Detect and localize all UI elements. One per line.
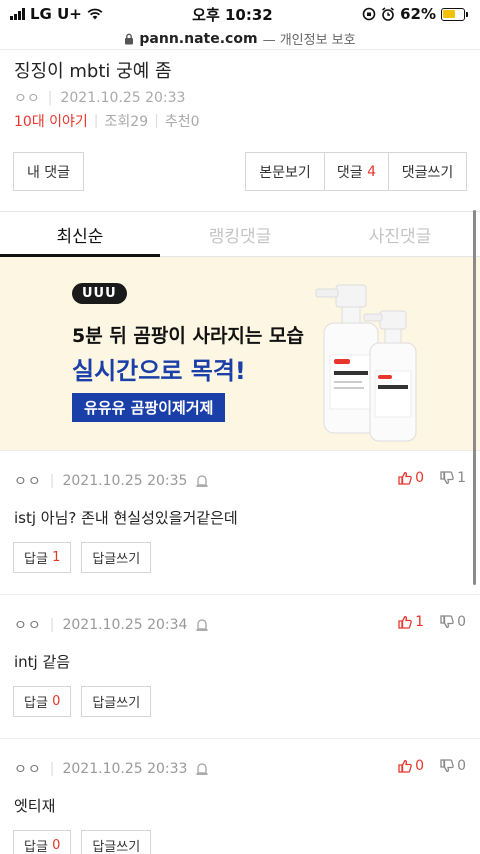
comment-text: 엣티재 xyxy=(14,797,56,815)
dislike-button[interactable]: 1 xyxy=(440,470,466,486)
rotation-lock-icon xyxy=(362,7,376,21)
address-bar[interactable]: pann.nate.com — 개인정보 보호 xyxy=(0,28,480,50)
report-icon[interactable] xyxy=(195,762,209,776)
ad-banner[interactable]: UUU 5분 뒤 곰팡이 사라지는 모습 실시간으로 목격! 유유유 곰팡이제거… xyxy=(0,257,480,450)
thumbs-down-icon xyxy=(440,759,454,773)
privacy-note: — 개인정보 보호 xyxy=(262,33,356,48)
comment-date: 2021.10.25 20:35 xyxy=(62,473,188,489)
comments-count: 4 xyxy=(367,163,377,180)
status-bar: LG U+ 오후 10:32 62% xyxy=(0,0,480,28)
thumbs-up-icon xyxy=(398,471,412,485)
comment-date: 2021.10.25 20:33 xyxy=(62,761,188,777)
ad-headline: 5분 뒤 곰팡이 사라지는 모습 xyxy=(72,325,304,347)
url-host: pann.nate.com xyxy=(139,30,258,47)
views-count: 29 xyxy=(130,114,149,130)
thumbs-up-icon xyxy=(398,615,412,629)
comment-text: intj 같음 xyxy=(14,653,71,671)
replies-count: 0 xyxy=(52,694,61,709)
post-date: 2021.10.25 20:33 xyxy=(60,90,186,106)
report-icon[interactable] xyxy=(195,618,209,632)
write-reply-button[interactable]: 답글쓰기 xyxy=(81,830,152,854)
cell-signal-icon xyxy=(10,8,25,20)
write-comment-button[interactable]: 댓글쓰기 xyxy=(389,152,467,191)
ad-subheadline: 실시간으로 목격! xyxy=(72,357,246,385)
dislike-count: 1 xyxy=(457,470,466,486)
battery-icon xyxy=(440,7,468,21)
my-comments-button[interactable]: 내 댓글 xyxy=(13,152,84,191)
post-title: 징징이 mbti 궁예 좀 xyxy=(14,61,172,82)
tab-ranking[interactable]: 랭킹댓글 xyxy=(160,212,320,256)
recommend-count: 0 xyxy=(190,114,200,130)
comment-toolbar: 내 댓글 본문보기 댓글 4 댓글쓰기 xyxy=(13,152,467,191)
post-category[interactable]: 10대 이야기 xyxy=(14,111,88,131)
comment-item: ㅇㅇ | 2021.10.25 20:34 1 0 intj 같음 답글 0 답… xyxy=(0,594,480,738)
dislike-button[interactable]: 0 xyxy=(440,614,466,630)
like-count: 1 xyxy=(415,614,425,630)
battery-percent: 62% xyxy=(400,5,436,23)
ad-product-name: 유유유 곰팡이제거제 xyxy=(72,393,226,422)
ad-brand-badge: UUU xyxy=(72,283,127,304)
comment-author: ㅇㅇ xyxy=(14,618,42,634)
dislike-count: 0 xyxy=(457,758,466,774)
tab-photo[interactable]: 사진댓글 xyxy=(320,212,480,256)
like-button[interactable]: 0 xyxy=(398,758,424,774)
comment-text: istj 아님? 존내 현실성있을거같은데 xyxy=(14,509,238,527)
carrier-label: LG U+ xyxy=(30,5,82,23)
write-reply-button[interactable]: 답글쓰기 xyxy=(81,542,152,573)
replies-label: 답글 xyxy=(24,696,48,711)
thumbs-up-icon xyxy=(398,759,412,773)
comments-label: 댓글 xyxy=(336,164,363,181)
view-body-button[interactable]: 본문보기 xyxy=(245,152,325,191)
replies-count: 0 xyxy=(52,838,61,853)
replies-button[interactable]: 답글 0 xyxy=(13,686,72,717)
scrollbar[interactable] xyxy=(473,210,476,585)
alarm-icon xyxy=(382,7,395,21)
post-author: ㅇㅇ xyxy=(14,91,40,107)
recommend-label: 추천 xyxy=(164,114,191,130)
lock-icon xyxy=(125,33,134,44)
spray-bottle-image-2 xyxy=(363,310,417,442)
thumbs-down-icon xyxy=(440,471,454,485)
comment-sort-tabs: 최신순 랭킹댓글 사진댓글 xyxy=(0,211,480,257)
comment-item: ㅇㅇ | 2021.10.25 20:33 0 0 엣티재 답글 0 답글쓰기 xyxy=(0,738,480,854)
wifi-icon xyxy=(87,8,103,20)
replies-button[interactable]: 답글 1 xyxy=(13,542,72,573)
write-reply-button[interactable]: 답글쓰기 xyxy=(81,686,152,717)
dislike-button[interactable]: 0 xyxy=(440,758,466,774)
comment-author: ㅇㅇ xyxy=(14,762,42,778)
replies-count: 1 xyxy=(52,550,61,565)
like-button[interactable]: 1 xyxy=(398,614,424,630)
replies-label: 답글 xyxy=(24,840,48,854)
post-header: 징징이 mbti 궁예 좀 ㅇㅇ | 2021.10.25 20:33 10대 … xyxy=(0,50,480,131)
report-icon[interactable] xyxy=(195,474,209,488)
comment-date: 2021.10.25 20:34 xyxy=(62,617,188,633)
like-count: 0 xyxy=(415,758,425,774)
dislike-count: 0 xyxy=(457,614,466,630)
comments-count-button[interactable]: 댓글 4 xyxy=(325,152,389,191)
comment-author: ㅇㅇ xyxy=(14,474,42,490)
like-button[interactable]: 0 xyxy=(398,470,424,486)
comment-item: ㅇㅇ | 2021.10.25 20:35 0 1 istj 아님? 존내 현실… xyxy=(0,450,480,594)
views-label: 조회 xyxy=(104,114,131,130)
like-count: 0 xyxy=(415,470,425,486)
thumbs-down-icon xyxy=(440,615,454,629)
replies-label: 답글 xyxy=(24,552,48,567)
replies-button[interactable]: 답글 0 xyxy=(13,830,72,854)
clock: 오후 10:32 xyxy=(192,5,273,24)
tab-latest[interactable]: 최신순 xyxy=(0,212,160,257)
